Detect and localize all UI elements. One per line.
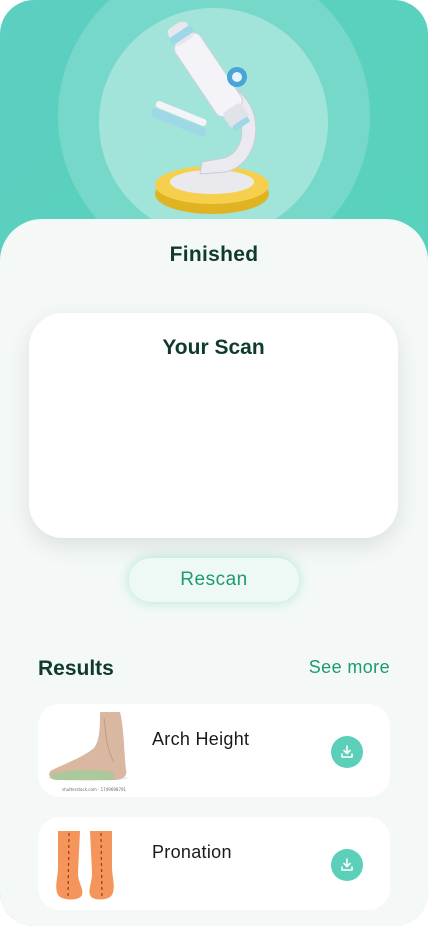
page-title: Finished xyxy=(169,243,259,266)
image-caption: shutterstock.com · 1749698791 xyxy=(62,787,127,792)
see-more-link[interactable]: See more xyxy=(309,657,390,678)
result-card-arch-height[interactable]: shutterstock.com · 1749698791 Arch Heigh… xyxy=(38,704,390,797)
scan-card-title: Your Scan xyxy=(162,336,265,359)
download-icon xyxy=(341,858,353,871)
download-button[interactable] xyxy=(331,849,363,881)
foot-side-view-image: shutterstock.com · 1749698791 xyxy=(48,712,128,792)
result-label: Arch Height xyxy=(152,729,250,749)
result-card-pronation[interactable]: Pronation xyxy=(38,817,390,910)
result-label: Pronation xyxy=(152,842,232,862)
download-button[interactable] xyxy=(331,736,363,768)
download-icon xyxy=(341,745,353,758)
results-heading: Results xyxy=(38,657,114,680)
scan-result-screen: Finished Your Scan Rescan Results See mo… xyxy=(0,0,428,926)
rescan-button[interactable]: Rescan xyxy=(129,558,299,602)
content-sheet: Finished Your Scan Rescan Results See mo… xyxy=(0,219,428,926)
scan-preview-card: Your Scan xyxy=(29,313,398,538)
feet-rear-view-image xyxy=(56,831,114,900)
microscope-illustration xyxy=(151,22,269,214)
